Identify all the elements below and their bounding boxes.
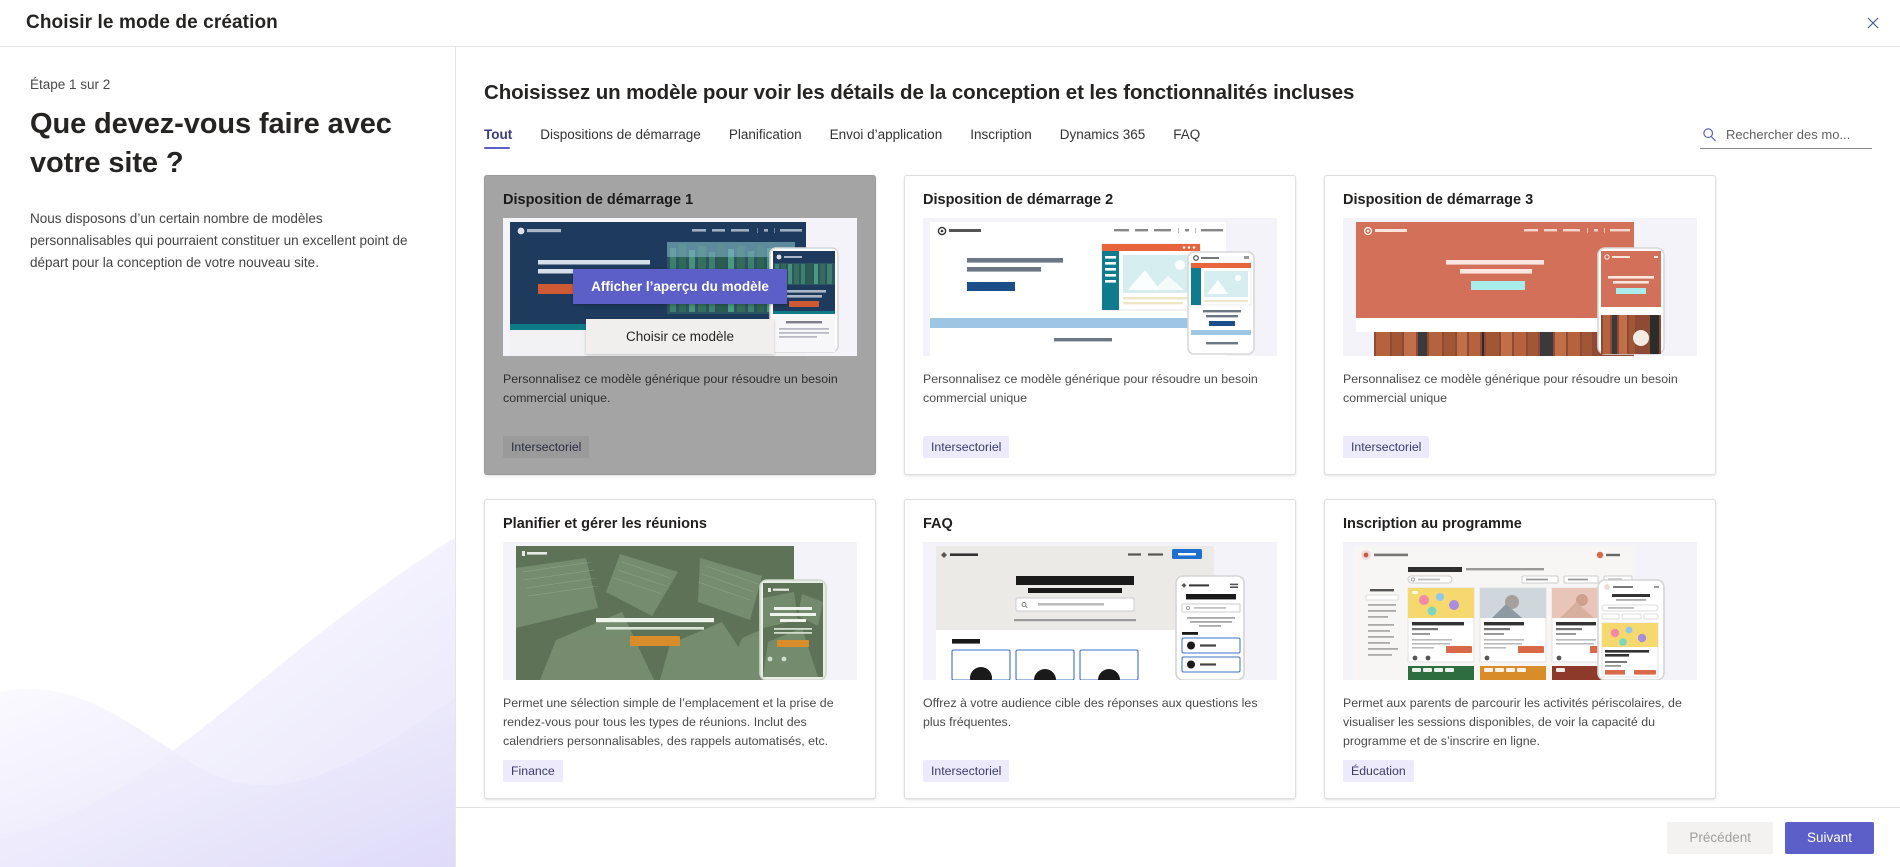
template-picker-panel: Choisissez un modèle pour voir les détai… — [456, 47, 1900, 867]
dialog-title: Choisir le mode de création — [26, 12, 278, 33]
card-tag: Intersectoriel — [503, 436, 590, 458]
left-panel-content: Étape 1 sur 2 Que devez-vous faire avec … — [0, 47, 455, 274]
decorative-waves — [0, 537, 455, 867]
dialog-footer: Précédent Suivant — [456, 807, 1900, 867]
card-thumbnail — [503, 542, 857, 680]
template-card-disposition-3[interactable]: Disposition de démarrage 3 Personnalisez… — [1324, 175, 1716, 475]
page-description: Nous disposons d’un certain nombre de mo… — [30, 211, 408, 270]
template-card-planifier-reunions[interactable]: Planifier et gérer les réunions Permet u… — [484, 499, 876, 799]
close-icon[interactable] — [1856, 6, 1890, 40]
card-title: Disposition de démarrage 3 — [1343, 192, 1534, 208]
card-tag: Intersectoriel — [923, 760, 1010, 782]
card-hover-actions: Afficher l’aperçu du modèle Choisir ce m… — [485, 269, 875, 354]
thumbnail-mockup-6 — [1343, 542, 1697, 680]
search-template-field[interactable]: Rechercher des mo... — [1700, 123, 1872, 149]
card-title: Disposition de démarrage 2 — [923, 192, 1114, 208]
card-description: Personnalisez ce modèle générique pour r… — [1343, 372, 1678, 405]
dialog-body: Étape 1 sur 2 Que devez-vous faire avec … — [0, 47, 1900, 867]
card-description: Personnalisez ce modèle générique pour r… — [503, 372, 838, 405]
tab-tout[interactable]: Tout — [484, 123, 526, 153]
template-card-disposition-1[interactable]: Disposition de démarrage 1 Personnalisez… — [484, 175, 876, 475]
thumbnail-mockup-4 — [503, 542, 857, 680]
search-input-placeholder: Rechercher des mo... — [1726, 127, 1851, 142]
dialog-titlebar: Choisir le mode de création — [0, 0, 1900, 47]
thumbnail-mockup-5 — [923, 542, 1277, 680]
card-thumbnail — [1343, 218, 1697, 356]
thumbnail-mockup-2 — [923, 218, 1277, 356]
template-card-inscription-programme[interactable]: Inscription au programme Permet aux pare… — [1324, 499, 1716, 799]
category-tabs: Tout Dispositions de démarrage Planifica… — [484, 123, 1214, 153]
search-icon — [1702, 127, 1717, 142]
create-site-dialog: Choisir le mode de création Étape 1 sur … — [0, 0, 1900, 867]
choose-template-button[interactable]: Choisir ce modèle — [586, 319, 774, 354]
tab-faq[interactable]: FAQ — [1159, 123, 1214, 153]
card-description: Permet aux parents de parcourir les acti… — [1343, 696, 1682, 748]
template-card-disposition-2[interactable]: Disposition de démarrage 2 Personnalisez… — [904, 175, 1296, 475]
page-title: Que devez-vous faire avec votre site ? — [30, 108, 392, 179]
left-info-panel: Étape 1 sur 2 Que devez-vous faire avec … — [0, 47, 456, 867]
preview-template-button[interactable]: Afficher l’aperçu du modèle — [573, 269, 787, 304]
tab-envoi-application[interactable]: Envoi d’application — [816, 123, 957, 153]
template-card-faq[interactable]: FAQ Offrez à votre audience cible des ré… — [904, 499, 1296, 799]
main-heading: Choisissez un modèle pour voir les détai… — [484, 81, 1355, 104]
tab-planification[interactable]: Planification — [715, 123, 816, 153]
template-grid: Disposition de démarrage 1 Personnalisez… — [484, 175, 1872, 799]
card-description: Personnalisez ce modèle générique pour r… — [923, 372, 1258, 405]
step-indicator: Étape 1 sur 2 — [30, 77, 111, 92]
card-thumbnail — [923, 542, 1277, 680]
card-description: Offrez à votre audience cible des répons… — [923, 696, 1258, 729]
card-tag: Intersectoriel — [1343, 436, 1430, 458]
card-thumbnail — [1343, 542, 1697, 680]
card-title: FAQ — [923, 516, 953, 532]
template-scroll-area[interactable]: Choisissez un modèle pour voir les détai… — [456, 47, 1900, 807]
card-title: Disposition de démarrage 1 — [503, 192, 694, 208]
card-tag: Intersectoriel — [923, 436, 1010, 458]
card-title: Planifier et gérer les réunions — [503, 516, 707, 532]
card-thumbnail — [923, 218, 1277, 356]
next-button[interactable]: Suivant — [1784, 821, 1874, 854]
tab-inscription[interactable]: Inscription — [956, 123, 1046, 153]
tab-dispositions-de-demarrage[interactable]: Dispositions de démarrage — [526, 123, 715, 153]
previous-button[interactable]: Précédent — [1667, 821, 1773, 854]
thumbnail-mockup-3 — [1343, 218, 1697, 356]
tab-dynamics-365[interactable]: Dynamics 365 — [1046, 123, 1160, 153]
category-tabs-row: Tout Dispositions de démarrage Planifica… — [484, 123, 1872, 153]
card-title: Inscription au programme — [1343, 516, 1522, 532]
card-description: Permet une sélection simple de l’emplace… — [503, 696, 834, 748]
card-tag: Éducation — [1343, 760, 1414, 782]
card-tag: Finance — [503, 760, 563, 782]
